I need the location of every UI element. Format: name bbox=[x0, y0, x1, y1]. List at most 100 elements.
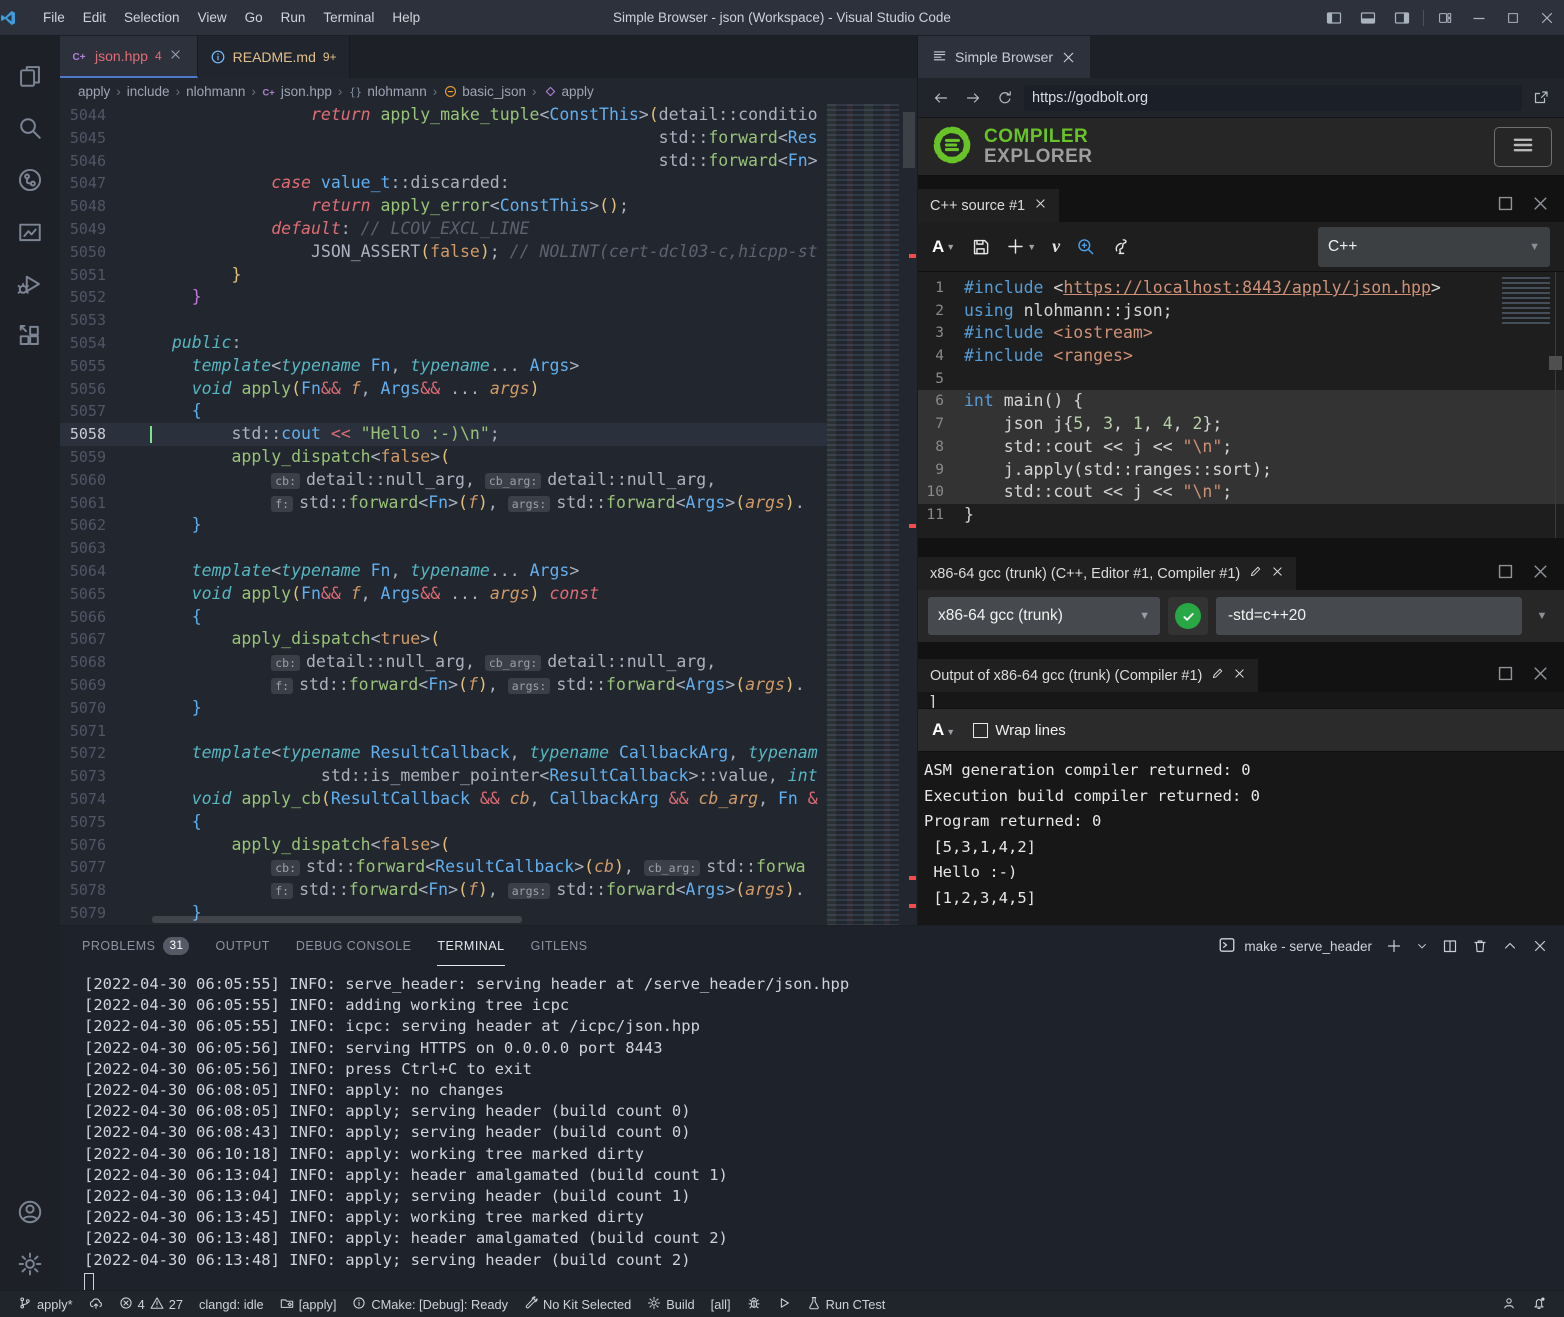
activitybar-explorer-icon[interactable] bbox=[6, 50, 54, 102]
panel-tab-problems[interactable]: PROBLEMS31 bbox=[82, 926, 189, 966]
horizontal-scrollbar[interactable] bbox=[152, 916, 522, 923]
add-pane-button[interactable]: ▼ bbox=[1006, 237, 1036, 256]
close-tab-icon[interactable] bbox=[1061, 50, 1076, 65]
menu-selection[interactable]: Selection bbox=[115, 0, 189, 36]
minimize-button[interactable] bbox=[1462, 0, 1496, 36]
close-window-button[interactable] bbox=[1530, 0, 1564, 36]
editor-scrollbar[interactable] bbox=[899, 104, 917, 925]
tab-simple-browser[interactable]: Simple Browser bbox=[918, 36, 1090, 78]
terminal-session[interactable]: make - serve_header bbox=[1218, 936, 1372, 957]
activitybar-run-debug-icon[interactable] bbox=[6, 258, 54, 310]
menu-help[interactable]: Help bbox=[383, 0, 429, 36]
breadcrumb-item-nlohmann[interactable]: nlohmann bbox=[186, 84, 245, 99]
cppinsights-icon[interactable] bbox=[1076, 237, 1095, 256]
breadcrumb-item-apply[interactable]: apply bbox=[543, 84, 594, 99]
editor-tab-json.hpp[interactable]: C+json.hpp4 bbox=[60, 36, 198, 78]
status-cmake-kit[interactable]: No Kit Selected bbox=[516, 1291, 639, 1317]
scrollbar-slider[interactable] bbox=[903, 112, 915, 168]
ce-menu-button[interactable] bbox=[1494, 127, 1552, 167]
maximize-button[interactable] bbox=[1496, 0, 1530, 36]
panel-tab-debug-console[interactable]: DEBUG CONSOLE bbox=[296, 926, 412, 966]
close-icon[interactable] bbox=[1233, 667, 1246, 684]
breadcrumb-item-include[interactable]: include bbox=[127, 84, 170, 99]
status-clangd-status[interactable]: clangd: idle bbox=[191, 1291, 272, 1317]
language-select[interactable]: C++ ▼ bbox=[1318, 227, 1550, 267]
rename-pencil-icon[interactable] bbox=[1211, 667, 1224, 684]
status-cmake-target[interactable]: [all] bbox=[703, 1291, 739, 1317]
ce-scroll-slider[interactable] bbox=[1549, 356, 1562, 370]
menu-run[interactable]: Run bbox=[272, 0, 315, 36]
new-terminal-icon[interactable] bbox=[1386, 938, 1402, 954]
close-panel-icon[interactable] bbox=[1532, 938, 1548, 954]
toggle-secondary-sidebar-icon[interactable] bbox=[1385, 0, 1419, 36]
customize-layout-icon[interactable] bbox=[1428, 0, 1462, 36]
status-cmake-project[interactable]: [apply] bbox=[272, 1291, 345, 1317]
panel-tab-output[interactable]: OUTPUT bbox=[215, 926, 269, 966]
breadcrumb-item-json.hpp[interactable]: C+json.hpp bbox=[262, 84, 332, 99]
wrap-lines-checkbox[interactable]: Wrap lines bbox=[973, 722, 1066, 739]
menu-view[interactable]: View bbox=[189, 0, 236, 36]
rename-pencil-icon[interactable] bbox=[1249, 565, 1262, 582]
breadcrumb-item-apply[interactable]: apply bbox=[78, 84, 110, 99]
toggle-panel-icon[interactable] bbox=[1351, 0, 1385, 36]
options-dropdown-icon[interactable]: ▼ bbox=[1530, 597, 1554, 635]
activitybar-source-control-icon[interactable] bbox=[6, 154, 54, 206]
code-editor[interactable]: 5044 return apply_make_tuple<ConstThis>(… bbox=[60, 104, 917, 925]
maximize-panel-icon[interactable] bbox=[1502, 938, 1518, 954]
panel-tab-terminal[interactable]: TERMINAL bbox=[437, 926, 504, 966]
close-pane-icon[interactable] bbox=[1531, 194, 1550, 216]
kill-terminal-icon[interactable] bbox=[1472, 938, 1488, 954]
ce-compiler-tab[interactable]: x86-64 gcc (trunk) (C++, Editor #1, Comp… bbox=[918, 557, 1296, 590]
activitybar-search-icon[interactable] bbox=[6, 102, 54, 154]
reload-icon[interactable] bbox=[992, 85, 1018, 111]
activitybar-extensions-icon[interactable] bbox=[6, 310, 54, 362]
url-input[interactable]: https://godbolt.org bbox=[1024, 85, 1522, 111]
close-tab-icon[interactable] bbox=[169, 48, 185, 64]
close-icon[interactable] bbox=[1034, 197, 1047, 214]
editor-tab-README.md[interactable]: README.md9+ bbox=[198, 36, 350, 78]
status-git-branch[interactable]: apply* bbox=[10, 1291, 81, 1317]
quickbench-ostrich-icon[interactable] bbox=[1111, 237, 1130, 256]
panel-tab-gitlens[interactable]: GITLENS bbox=[531, 926, 588, 966]
menu-edit[interactable]: Edit bbox=[74, 0, 115, 36]
close-pane-icon[interactable] bbox=[1531, 664, 1550, 686]
activitybar-account-icon[interactable] bbox=[6, 1186, 54, 1238]
breadcrumb-item-nlohmann[interactable]: {}nlohmann bbox=[348, 84, 426, 99]
menu-go[interactable]: Go bbox=[236, 0, 272, 36]
menu-terminal[interactable]: Terminal bbox=[314, 0, 383, 36]
status-debug[interactable] bbox=[739, 1291, 769, 1317]
close-icon[interactable] bbox=[1271, 565, 1284, 582]
status-cmake-status[interactable]: CMake: [Debug]: Ready bbox=[344, 1291, 516, 1317]
save-icon[interactable] bbox=[971, 237, 990, 256]
status-sync[interactable] bbox=[81, 1291, 111, 1317]
code-lines[interactable]: 5044 return apply_make_tuple<ConstThis>(… bbox=[60, 104, 827, 925]
ce-program-output[interactable]: ASM generation compiler returned: 0Execu… bbox=[918, 752, 1564, 925]
status-feedback[interactable] bbox=[1494, 1296, 1524, 1313]
minimap[interactable] bbox=[827, 104, 899, 925]
maximize-pane-icon[interactable] bbox=[1496, 194, 1515, 216]
vim-mode-button[interactable]: v bbox=[1052, 236, 1060, 257]
close-pane-icon[interactable] bbox=[1531, 562, 1550, 584]
terminal-output[interactable]: [2022-04-30 06:05:55] INFO: serve_header… bbox=[60, 966, 1564, 1290]
maximize-pane-icon[interactable] bbox=[1496, 562, 1515, 584]
split-terminal-icon[interactable] bbox=[1442, 938, 1458, 954]
breadcrumb-item-basic_json[interactable]: basic_json bbox=[443, 84, 526, 99]
status-launch[interactable] bbox=[769, 1291, 799, 1317]
status-notifications[interactable] bbox=[1524, 1296, 1554, 1313]
terminal-dropdown-icon[interactable] bbox=[1416, 938, 1428, 954]
maximize-pane-icon[interactable] bbox=[1496, 664, 1515, 686]
status-ctest[interactable]: Run CTest bbox=[799, 1291, 894, 1317]
ce-source-tab[interactable]: C++ source #1 bbox=[918, 189, 1059, 222]
menu-file[interactable]: File bbox=[34, 0, 74, 36]
ce-output-tab[interactable]: Output of x86-64 gcc (trunk) (Compiler #… bbox=[918, 659, 1258, 692]
toggle-sidebar-icon[interactable] bbox=[1317, 0, 1351, 36]
compiler-options-input[interactable]: -std=c++20 bbox=[1216, 597, 1522, 635]
font-size-button[interactable]: A▼ bbox=[932, 237, 955, 257]
open-external-icon[interactable] bbox=[1528, 85, 1554, 111]
font-size-button[interactable]: A▼ bbox=[932, 720, 955, 740]
back-icon[interactable] bbox=[928, 85, 954, 111]
status-problems[interactable]: 427 bbox=[111, 1291, 191, 1317]
ce-source-editor[interactable]: 1#include <https://localhost:8443/apply/… bbox=[918, 272, 1564, 538]
compiler-select[interactable]: x86-64 gcc (trunk) ▼ bbox=[928, 597, 1160, 635]
status-cmake-build[interactable]: Build bbox=[639, 1291, 702, 1317]
